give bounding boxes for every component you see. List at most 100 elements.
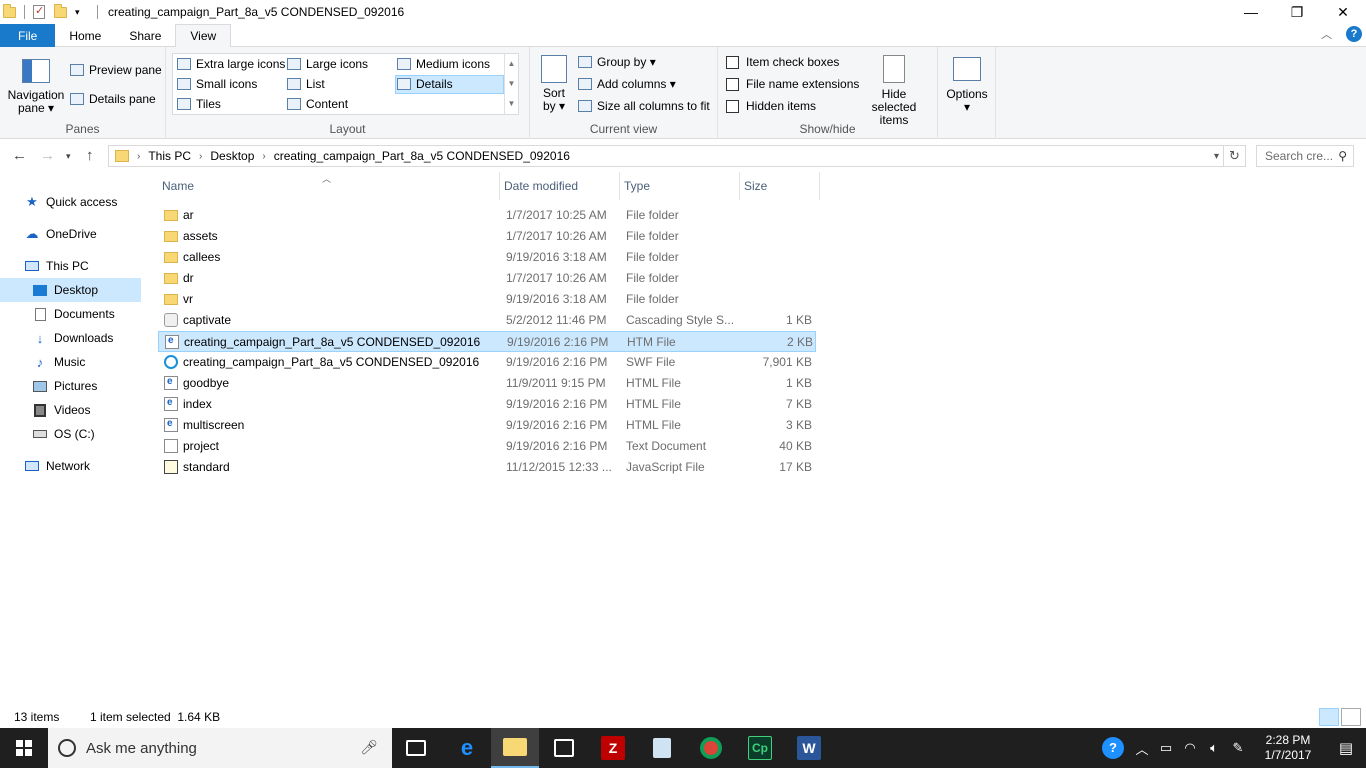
task-view-button[interactable] bbox=[392, 728, 440, 768]
minimize-button[interactable]: — bbox=[1228, 0, 1274, 24]
tab-file[interactable]: File bbox=[0, 24, 56, 47]
collapse-ribbon-icon[interactable]: ︿ bbox=[1321, 26, 1332, 42]
file-name-extensions-checkbox[interactable] bbox=[726, 77, 739, 91]
table-row[interactable]: e multiscreen 9/19/2016 2:16 PM HTML File 3 … bbox=[158, 415, 816, 436]
table-row[interactable]: standard 11/12/2015 12:33 ... JavaScript F… bbox=[158, 457, 816, 478]
volume-icon[interactable]: 🔈︎ bbox=[1202, 740, 1226, 756]
up-arrow-icon[interactable]: ↑ bbox=[86, 147, 94, 164]
taskbar-edge[interactable]: e bbox=[443, 728, 491, 768]
properties-icon[interactable] bbox=[31, 4, 47, 20]
forward-arrow-icon[interactable]: → bbox=[40, 147, 55, 164]
nav-documents[interactable]: Documents bbox=[0, 302, 141, 326]
help-icon[interactable]: ? bbox=[1346, 26, 1362, 42]
chevron-up-icon[interactable]: ︿ bbox=[1130, 739, 1154, 758]
refresh-button[interactable]: ↻ bbox=[1224, 145, 1246, 167]
nav-downloads[interactable]: ↓ Downloads bbox=[0, 326, 141, 350]
pen-icon[interactable]: ✎ bbox=[1226, 740, 1250, 756]
item-check-boxes-checkbox[interactable] bbox=[726, 55, 739, 69]
scroll-up-icon[interactable]: ▲ bbox=[505, 54, 518, 74]
breadcrumb-desktop[interactable]: Desktop bbox=[210, 149, 254, 163]
nav-desktop[interactable]: Desktop bbox=[0, 278, 141, 302]
tab-home[interactable]: Home bbox=[55, 24, 115, 47]
sort-by-button[interactable]: Sort by ▾ bbox=[538, 55, 570, 113]
hidden-items-checkbox[interactable] bbox=[726, 99, 739, 113]
taskbar-captivate[interactable]: Cp bbox=[736, 728, 784, 768]
nav-os-c[interactable]: OS (C:) bbox=[0, 422, 141, 446]
layout-medium-icons[interactable]: Medium icons bbox=[397, 57, 490, 71]
scroll-down-icon[interactable]: ▼ bbox=[505, 74, 518, 94]
column-header-name[interactable]: Name bbox=[158, 172, 500, 200]
help-tray-icon[interactable]: ? bbox=[1102, 737, 1124, 759]
breadcrumb-current-folder[interactable]: creating_campaign_Part_8a_v5 CONDENSED_0… bbox=[274, 149, 570, 163]
table-row[interactable]: captivate 5/2/2012 11:46 PM Cascading Styl… bbox=[158, 310, 816, 331]
notification-icon[interactable]: ▤ bbox=[1326, 739, 1366, 757]
add-columns-button[interactable]: Add columns ▾ bbox=[578, 77, 676, 91]
microphone-icon[interactable]: 🎤︎ bbox=[360, 739, 378, 756]
nav-pictures[interactable]: Pictures bbox=[0, 374, 141, 398]
table-row[interactable]: ar 1/7/2017 10:25 AM File folder bbox=[158, 205, 816, 226]
column-header-type[interactable]: Type bbox=[620, 172, 740, 200]
tab-share[interactable]: Share bbox=[115, 24, 175, 47]
layout-tiles[interactable]: Tiles bbox=[177, 97, 221, 111]
layout-list[interactable]: List bbox=[287, 77, 325, 91]
table-row[interactable]: assets 1/7/2017 10:26 AM File folder bbox=[158, 226, 816, 247]
start-button[interactable] bbox=[0, 728, 48, 768]
expand-gallery-icon[interactable]: ▼ bbox=[505, 94, 518, 114]
layout-small-icons[interactable]: Small icons bbox=[177, 77, 257, 91]
chevron-right-icon[interactable]: › bbox=[199, 151, 202, 162]
breadcrumb-this-pc[interactable]: This PC bbox=[148, 149, 191, 163]
file-name-extensions-toggle[interactable]: File name extensions bbox=[726, 77, 859, 91]
nav-music[interactable]: ♪ Music bbox=[0, 350, 141, 374]
back-arrow-icon[interactable]: ← bbox=[12, 147, 27, 164]
layout-large-icons[interactable]: Large icons bbox=[287, 57, 368, 71]
layout-extra-large-icons[interactable]: Extra large icons bbox=[177, 57, 285, 71]
options-button[interactable]: Options ▾ bbox=[942, 57, 992, 114]
nav-onedrive[interactable]: ☁ OneDrive bbox=[0, 222, 141, 246]
table-row[interactable]: project 9/19/2016 2:16 PM Text Document 40 … bbox=[158, 436, 816, 457]
table-row[interactable]: dr 1/7/2017 10:26 AM File folder bbox=[158, 268, 816, 289]
table-row[interactable]: vr 9/19/2016 3:18 AM File folder bbox=[158, 289, 816, 310]
nav-network[interactable]: Network bbox=[0, 454, 141, 478]
column-header-date-modified[interactable]: Date modified bbox=[500, 172, 620, 200]
details-view-toggle[interactable] bbox=[1319, 708, 1339, 726]
tab-view[interactable]: View bbox=[175, 24, 232, 48]
layout-gallery-scroll[interactable]: ▲ ▼ ▼ bbox=[504, 54, 518, 114]
preview-pane-button[interactable]: Preview pane bbox=[70, 63, 162, 77]
wifi-icon[interactable]: ◠ bbox=[1178, 740, 1202, 756]
taskbar-store[interactable] bbox=[540, 728, 588, 768]
layout-details[interactable]: Details bbox=[397, 77, 453, 91]
size-all-columns-button[interactable]: Size all columns to fit bbox=[578, 99, 710, 113]
search-input[interactable]: Search cre... ⚲ bbox=[1256, 145, 1354, 167]
taskbar-filezilla[interactable]: Z bbox=[589, 728, 637, 768]
large-icons-view-toggle[interactable] bbox=[1341, 708, 1361, 726]
new-folder-icon[interactable] bbox=[53, 4, 69, 20]
chevron-right-icon[interactable]: › bbox=[137, 151, 140, 162]
battery-icon[interactable]: ▭ bbox=[1154, 740, 1178, 756]
table-row[interactable]: e index 9/19/2016 2:16 PM HTML File 7 KB bbox=[158, 394, 816, 415]
taskbar-notepad[interactable] bbox=[638, 728, 686, 768]
hidden-items-toggle[interactable]: Hidden items bbox=[726, 99, 816, 113]
address-dropdown-icon[interactable]: ▾ bbox=[1214, 151, 1219, 162]
nav-videos[interactable]: Videos bbox=[0, 398, 141, 422]
hide-selected-items-button[interactable]: Hide selected items bbox=[858, 55, 930, 127]
chevron-right-icon[interactable]: › bbox=[262, 151, 265, 162]
customize-toolbar-icon[interactable]: ▾ bbox=[75, 4, 91, 20]
navigation-pane-button[interactable]: Navigation pane ▾ bbox=[6, 57, 66, 115]
table-row[interactable]: e goodbye 11/9/2011 9:15 PM HTML File 1 KB bbox=[158, 373, 816, 394]
maximize-button[interactable]: ❐ bbox=[1274, 0, 1320, 24]
taskbar-word[interactable]: W bbox=[785, 728, 833, 768]
taskbar-file-explorer[interactable] bbox=[491, 728, 539, 768]
taskbar-chrome[interactable] bbox=[687, 728, 735, 768]
address-bar[interactable]: › This PC › Desktop › creating_campaign_… bbox=[108, 145, 1224, 167]
column-header-size[interactable]: Size bbox=[740, 172, 820, 200]
recent-locations-icon[interactable]: ▾ bbox=[66, 151, 71, 162]
group-by-button[interactable]: Group by ▾ bbox=[578, 55, 656, 69]
nav-this-pc[interactable]: This PC bbox=[0, 254, 141, 278]
layout-content[interactable]: Content bbox=[287, 97, 348, 111]
item-check-boxes-toggle[interactable]: Item check boxes bbox=[726, 55, 839, 69]
close-button[interactable]: ✕ bbox=[1320, 0, 1366, 24]
table-row[interactable]: creating_campaign_Part_8a_v5 CONDENSED_0… bbox=[158, 352, 816, 373]
cortana-search-box[interactable]: Ask me anything 🎤︎ bbox=[48, 728, 392, 768]
details-pane-button[interactable]: Details pane bbox=[70, 92, 156, 106]
table-row[interactable]: callees 9/19/2016 3:18 AM File folder bbox=[158, 247, 816, 268]
